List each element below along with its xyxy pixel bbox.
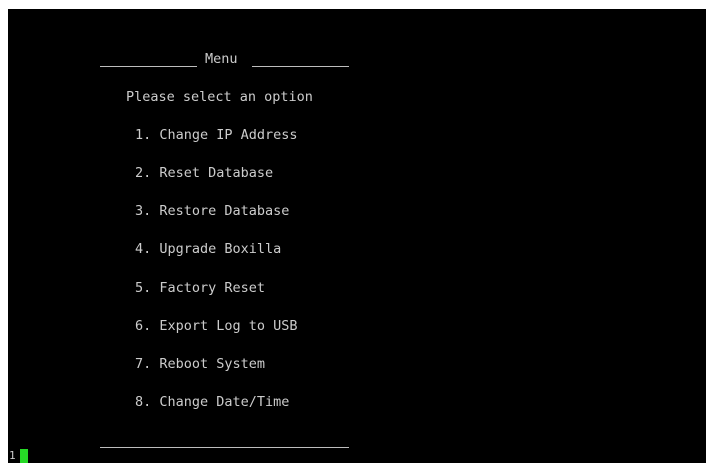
menu-option-3[interactable]: 3. Restore Database <box>135 203 289 219</box>
menu-option-1[interactable]: 1. Change IP Address <box>135 127 298 143</box>
terminal-window[interactable]: Menu Please select an option 1. Change I… <box>8 9 706 463</box>
menu-option-7[interactable]: 7. Reboot System <box>135 356 265 372</box>
menu-option-2[interactable]: 2. Reset Database <box>135 165 273 181</box>
menu-option-8[interactable]: 8. Change Date/Time <box>135 394 289 410</box>
menu-footer-rule <box>100 447 349 448</box>
menu-header-rule-left <box>100 66 197 67</box>
menu-option-4[interactable]: 4. Upgrade Boxilla <box>135 241 281 257</box>
typed-input[interactable]: 1 <box>9 450 16 462</box>
terminal-cursor <box>20 449 28 463</box>
menu-header-rule-right <box>252 66 349 67</box>
menu-option-6[interactable]: 6. Export Log to USB <box>135 318 298 334</box>
menu-title: Menu <box>205 51 238 67</box>
menu-prompt: Please select an option <box>126 89 313 105</box>
menu-option-5[interactable]: 5. Factory Reset <box>135 280 265 296</box>
